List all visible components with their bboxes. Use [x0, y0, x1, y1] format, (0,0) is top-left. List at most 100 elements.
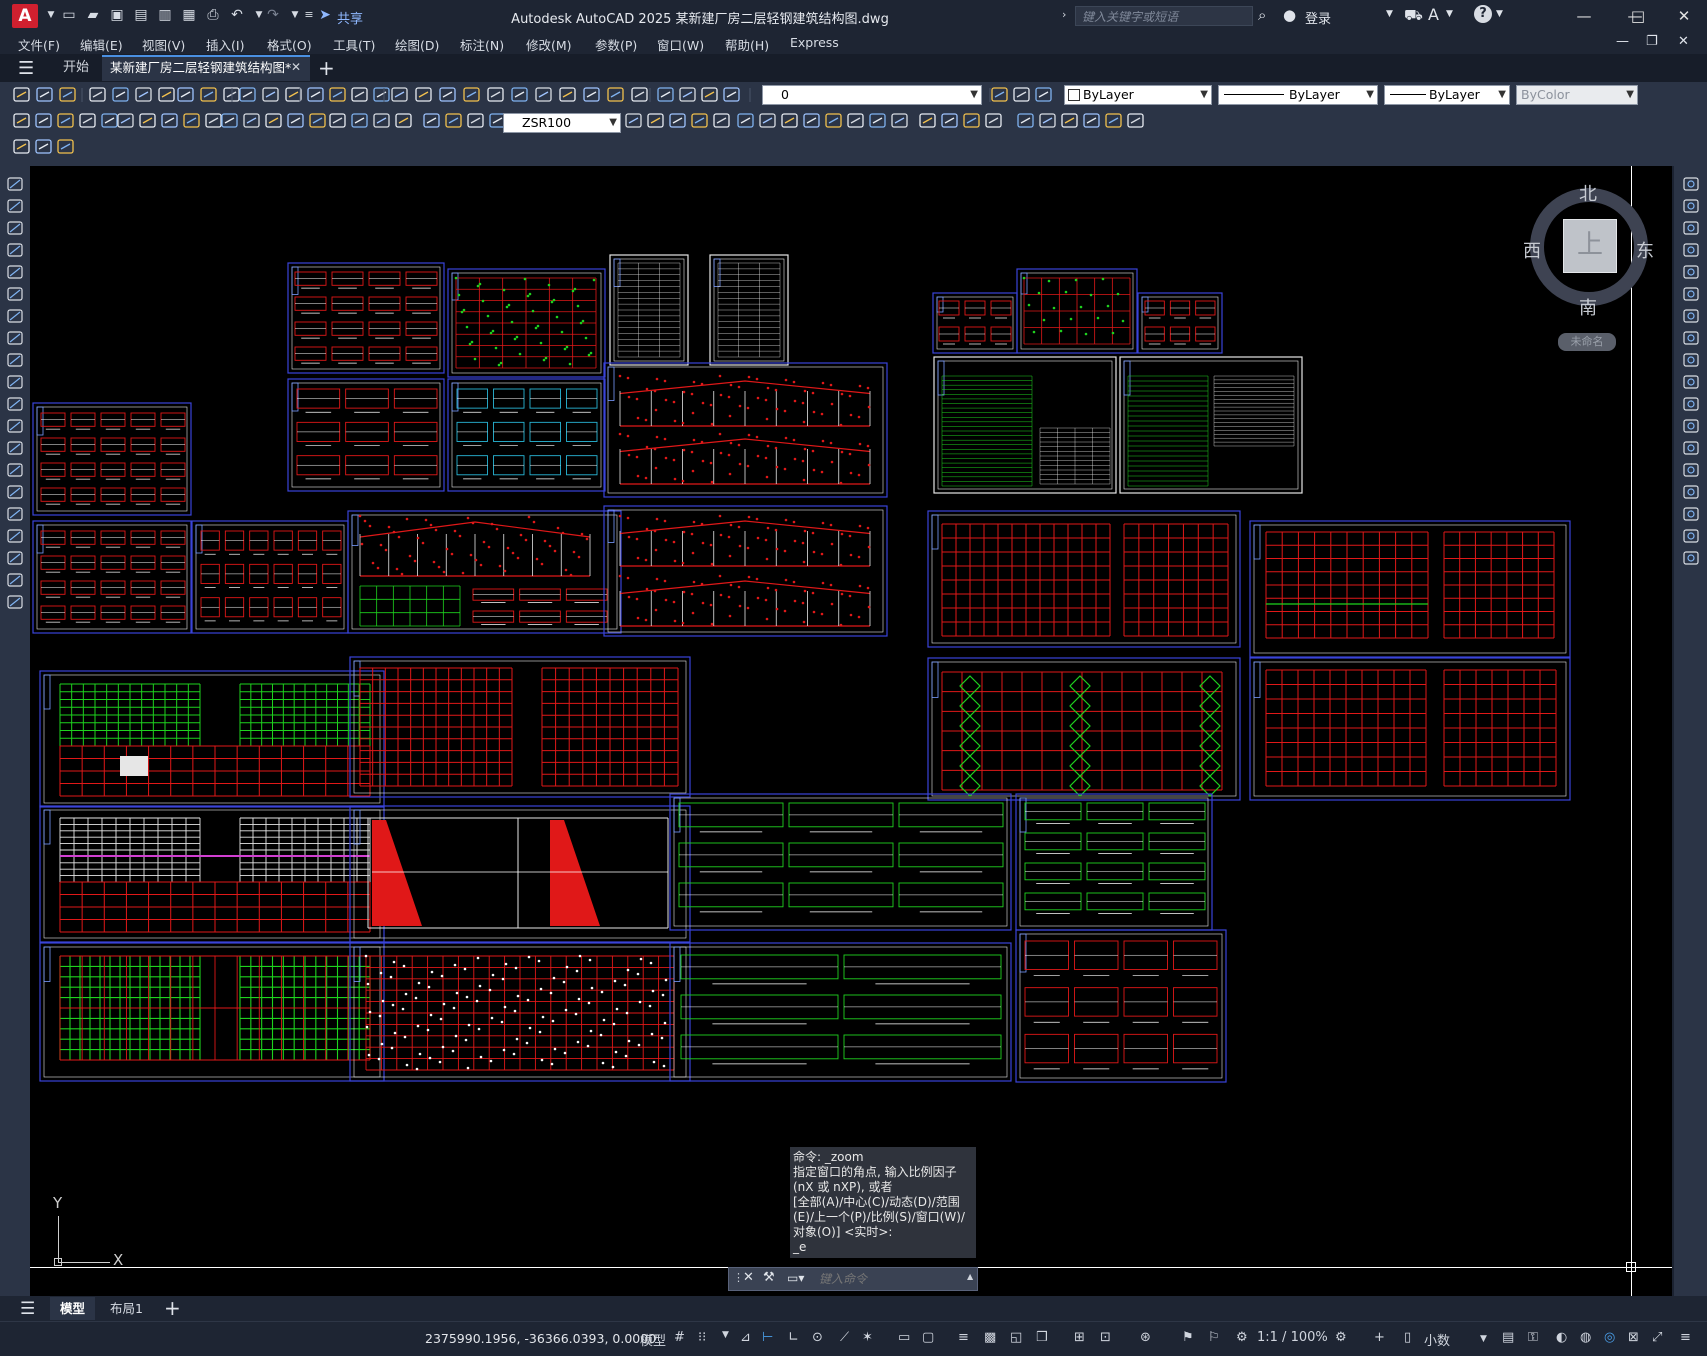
close-icon[interactable]: ✕: [743, 1270, 754, 1285]
help-chevron-icon[interactable]: ▼: [1496, 9, 1503, 19]
grid-icon[interactable]: #: [674, 1330, 685, 1345]
tab-document[interactable]: 某新建厂房二层轻钢建筑结构图*: [102, 55, 310, 81]
menu-modify[interactable]: 修改(M): [526, 35, 572, 54]
add-layout-button[interactable]: +: [164, 1296, 181, 1320]
app-menu-chevron-icon[interactable]: ▼: [42, 6, 60, 24]
autoscale-icon[interactable]: ⚐: [1208, 1330, 1220, 1345]
clean-screen-icon[interactable]: ◎: [1604, 1330, 1615, 1345]
model-space-button[interactable]: 模型: [640, 1330, 666, 1349]
units-icon[interactable]: ▯: [1404, 1330, 1411, 1345]
isometric-icon[interactable]: ⟋: [840, 1330, 849, 1345]
units-value[interactable]: 小数: [1424, 1330, 1450, 1349]
layout-menu-icon[interactable]: ☰: [20, 1299, 35, 1319]
annotation-visibility-icon[interactable]: ⚑: [1182, 1330, 1194, 1345]
close-tab-icon[interactable]: ✕: [291, 60, 301, 74]
menu-window[interactable]: 窗口(W): [657, 35, 704, 54]
object-snap-icon[interactable]: ▢: [922, 1330, 934, 1345]
compass-north[interactable]: 北: [1579, 180, 1597, 206]
app-menu-button[interactable]: A: [12, 4, 38, 28]
status-menu-icon[interactable]: ≡: [1680, 1330, 1691, 1345]
command-input[interactable]: [819, 1271, 964, 1287]
compass-west[interactable]: 西: [1523, 237, 1541, 263]
doc-minimize-button[interactable]: —: [1616, 34, 1629, 49]
osnap-icon[interactable]: ▭: [898, 1330, 910, 1345]
3d-osnap-icon[interactable]: ❒: [1036, 1330, 1048, 1345]
menu-help[interactable]: 帮助(H): [725, 35, 769, 54]
selection-filter-icon[interactable]: ⊡: [1100, 1330, 1111, 1345]
print-icon[interactable]: ⎙: [204, 6, 222, 24]
fullscreen-icon[interactable]: ⤢: [1652, 1330, 1662, 1345]
tab-model[interactable]: 模型: [50, 1297, 96, 1320]
transparency-icon[interactable]: ▩: [984, 1330, 996, 1345]
save-icon[interactable]: ▣: [108, 6, 126, 24]
snap-icon[interactable]: ⁝⁝: [698, 1330, 706, 1345]
minimize-window-button[interactable]: —: [1564, 4, 1604, 28]
menu-insert[interactable]: 插入(I): [206, 35, 244, 54]
menu-parametric[interactable]: 参数(P): [595, 35, 637, 54]
ortho-icon[interactable]: ∟: [788, 1330, 799, 1345]
layer-dropdown[interactable]: 0 ▼: [762, 85, 982, 105]
new-tab-button[interactable]: +: [318, 56, 335, 80]
isolate-objects-icon[interactable]: ◐: [1556, 1330, 1567, 1345]
search-icon[interactable]: ⌕: [1258, 6, 1266, 24]
modify-tools-icons[interactable]: [1674, 166, 1707, 566]
infer-constraints-icon[interactable]: ⊢: [762, 1330, 773, 1345]
autodesk-app-icon[interactable]: A: [1428, 5, 1439, 24]
linetype-dropdown[interactable]: ByLayer ▼: [1218, 85, 1378, 105]
help-icon[interactable]: ?: [1474, 5, 1492, 23]
color-dropdown[interactable]: ByLayer ▼: [1064, 85, 1212, 105]
draw-tools-icons[interactable]: [0, 166, 30, 626]
undo-icon[interactable]: ↶: [228, 6, 246, 24]
object-snap-tracking-icon[interactable]: ✶: [862, 1330, 873, 1345]
tab-menu-icon[interactable]: ☰: [18, 58, 34, 79]
quick-properties-icon[interactable]: ▤: [1502, 1330, 1514, 1345]
new-icon[interactable]: ▭: [60, 6, 78, 24]
dimstyle-dropdown[interactable]: ZSR100 ▼: [503, 113, 621, 133]
tab-layout1[interactable]: 布局1: [100, 1297, 153, 1320]
dynamic-ucs-icon[interactable]: ⊿: [740, 1330, 751, 1345]
menu-tools[interactable]: 工具(T): [333, 35, 375, 54]
annotation-monitor-icon[interactable]: +: [1374, 1330, 1385, 1345]
menu-file[interactable]: 文件(F): [18, 35, 60, 54]
menu-express[interactable]: Express: [790, 35, 839, 50]
selection-cycling-icon[interactable]: ◱: [1010, 1330, 1022, 1345]
compass-east[interactable]: 东: [1636, 237, 1654, 263]
lock-ui-icon[interactable]: ⚿: [1528, 1330, 1538, 1345]
annotation-scale-icon[interactable]: ⚙: [1236, 1330, 1248, 1345]
viewcube-top-face[interactable]: 上: [1563, 219, 1617, 273]
app-chevron-icon[interactable]: ▼: [1446, 9, 1453, 19]
units-chevron-icon[interactable]: ▼: [1480, 1334, 1487, 1344]
lineweight-dropdown[interactable]: ByLayer ▼: [1384, 85, 1510, 105]
wcs-menu[interactable]: 未命名: [1558, 333, 1616, 351]
snap-chevron-icon[interactable]: ▼: [722, 1330, 729, 1340]
menu-format[interactable]: 格式(O): [267, 35, 312, 54]
plotstyle-dropdown[interactable]: ByColor ▼: [1516, 85, 1638, 105]
cart-icon[interactable]: ⛟: [1404, 6, 1423, 26]
gizmo-icon[interactable]: ⊛: [1140, 1330, 1151, 1345]
polar-icon[interactable]: ⊙: [812, 1330, 823, 1345]
compass-south[interactable]: 南: [1579, 294, 1597, 320]
search-input[interactable]: 键入关键字或短语: [1075, 6, 1253, 26]
annotation-scale-value[interactable]: 1:1 / 100%: [1257, 1330, 1328, 1345]
close-window-button[interactable]: ✕: [1664, 4, 1704, 28]
open-folder-icon[interactable]: ▰: [84, 6, 102, 24]
menu-dimension[interactable]: 标注(N): [460, 35, 504, 54]
share-button[interactable]: 共享: [337, 8, 363, 27]
doc-restore-button[interactable]: ❐: [1646, 34, 1658, 49]
customization-icon[interactable]: ⊠: [1628, 1330, 1639, 1345]
drawing-canvas[interactable]: Y X: [30, 166, 1672, 1296]
workspace-gear-icon[interactable]: ⚙: [1335, 1330, 1347, 1345]
save-as-icon[interactable]: ▤: [132, 6, 150, 24]
doc-close-button[interactable]: ✕: [1678, 34, 1689, 49]
menu-edit[interactable]: 编辑(E): [80, 35, 123, 54]
publish-icon[interactable]: ▥: [156, 6, 174, 24]
customize-quick-access-icon[interactable]: ≡: [300, 6, 318, 24]
menu-view[interactable]: 视图(V): [142, 35, 185, 54]
wrench-icon[interactable]: ⚒: [763, 1270, 775, 1285]
dynamic-input-icon[interactable]: ⊞: [1074, 1330, 1085, 1345]
coordinates-readout[interactable]: 2375990.1956, -36366.0393, 0.0000: [425, 1331, 656, 1346]
plot-preview-icon[interactable]: ▦: [180, 6, 198, 24]
graphics-performance-icon[interactable]: ◍: [1580, 1330, 1591, 1345]
command-expand-icon[interactable]: ▲: [967, 1272, 973, 1281]
login-button[interactable]: 登录: [1305, 8, 1331, 27]
